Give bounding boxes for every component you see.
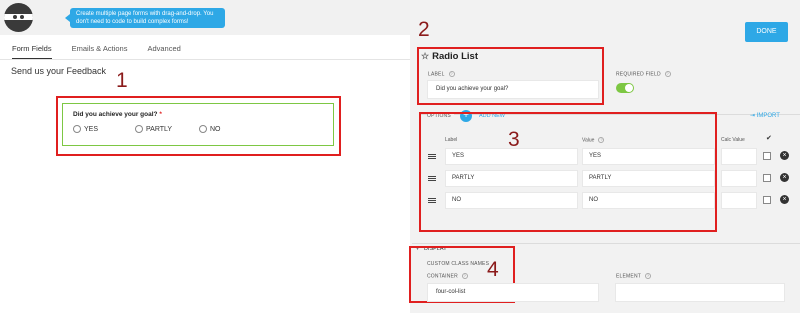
required-field-caption: REQUIRED FIELD?	[616, 71, 671, 77]
star-icon[interactable]: ☆	[421, 51, 429, 62]
element-class-input[interactable]	[615, 283, 785, 302]
drag-handle-icon[interactable]	[428, 154, 436, 159]
help-icon[interactable]: ?	[664, 71, 671, 77]
remove-option-icon[interactable]: ×	[780, 151, 789, 160]
import-icon: ⇥	[750, 113, 756, 119]
radio-question-label: Did you achieve your goal? *	[73, 111, 162, 118]
radio-option-yes[interactable]: YES	[73, 125, 98, 133]
option-value-input[interactable]: PARTLY	[582, 170, 715, 187]
custom-class-caption: CUSTOM CLASS NAMES	[427, 261, 490, 267]
import-link[interactable]: ⇥ IMPORT	[750, 112, 780, 119]
field-title: ☆ Radio List	[421, 51, 478, 62]
col-head-value-text: Value	[582, 137, 595, 144]
option-calc-input[interactable]	[721, 192, 757, 209]
option-value-input[interactable]: NO	[582, 192, 715, 209]
label-input[interactable]: Did you achieve your goal?	[427, 80, 599, 99]
label-caption-text: LABEL	[428, 71, 445, 78]
help-icon[interactable]: ?	[645, 273, 652, 279]
col-head-check: ✔	[766, 135, 772, 142]
option-selected-checkbox[interactable]	[763, 196, 771, 204]
annotation-number-2: 2	[418, 18, 430, 41]
help-icon[interactable]: ?	[448, 71, 455, 77]
required-mark: *	[159, 111, 162, 118]
builder-tabs: Form Fields Emails & Actions Advanced	[12, 44, 201, 59]
container-caption: CONTAINER?	[427, 273, 468, 279]
option-label-input[interactable]: PARTLY	[445, 170, 578, 187]
required-toggle[interactable]	[616, 83, 634, 93]
radio-option-label: NO	[210, 125, 221, 133]
remove-option-icon[interactable]: ×	[780, 195, 789, 204]
toggle-knob	[625, 84, 633, 92]
done-button[interactable]: DONE	[745, 22, 788, 42]
container-caption-text: CONTAINER	[427, 273, 458, 280]
element-caption-text: ELEMENT	[616, 273, 642, 280]
tip-tooltip: Create multiple page forms with drag-and…	[65, 8, 225, 28]
required-caption-text: REQUIRED FIELD	[616, 71, 661, 78]
remove-option-icon[interactable]: ×	[780, 173, 789, 182]
radio-circle-icon	[73, 125, 81, 133]
radio-circle-icon	[135, 125, 143, 133]
page-title: Send us your Feedback	[11, 66, 107, 76]
option-selected-checkbox[interactable]	[763, 174, 771, 182]
field-title-text: Radio List	[432, 51, 478, 62]
col-head-label: Label	[445, 137, 458, 143]
label-caption: LABEL?	[428, 71, 455, 77]
tab-advanced[interactable]: Advanced	[147, 44, 180, 59]
option-calc-input[interactable]	[721, 148, 757, 165]
radio-option-label: PARTLY	[146, 125, 173, 133]
question-text: Did you achieve your goal?	[73, 111, 158, 118]
option-calc-input[interactable]	[721, 170, 757, 187]
radio-field-preview[interactable]: Did you achieve your goal? * YES PARTLY …	[62, 103, 334, 146]
drag-handle-icon[interactable]	[428, 176, 436, 181]
col-head-value: Value?	[582, 137, 605, 144]
help-icon[interactable]: ?	[598, 137, 605, 143]
option-label-input[interactable]: YES	[445, 148, 578, 165]
element-caption: ELEMENT?	[616, 273, 652, 280]
display-divider	[412, 243, 800, 244]
tooltip-line-1: Create multiple page forms with drag-and…	[76, 11, 214, 17]
drag-handle-icon[interactable]	[428, 198, 436, 203]
annotation-number-1: 1	[116, 69, 128, 92]
option-label-input[interactable]: NO	[445, 192, 578, 209]
radio-option-label: YES	[84, 125, 99, 133]
radio-option-no[interactable]: NO	[199, 125, 221, 133]
container-class-input[interactable]: four-col-list	[427, 283, 599, 302]
tab-form-fields[interactable]: Form Fields	[12, 44, 52, 59]
tooltip-line-2: don't need to code to build complex form…	[76, 19, 189, 25]
ninja-logo-icon	[4, 3, 33, 32]
radio-option-partly[interactable]: PARTLY	[135, 125, 172, 133]
import-label: IMPORT	[756, 113, 780, 119]
top-bar: Create multiple page forms with drag-and…	[0, 0, 410, 35]
radio-circle-icon	[199, 125, 207, 133]
tabs-divider	[0, 59, 410, 60]
tab-emails-actions[interactable]: Emails & Actions	[72, 44, 128, 59]
option-selected-checkbox[interactable]	[763, 152, 771, 160]
option-value-input[interactable]: YES	[582, 148, 715, 165]
help-icon[interactable]: ?	[461, 273, 468, 279]
col-head-calc: Calc Value	[721, 137, 745, 143]
